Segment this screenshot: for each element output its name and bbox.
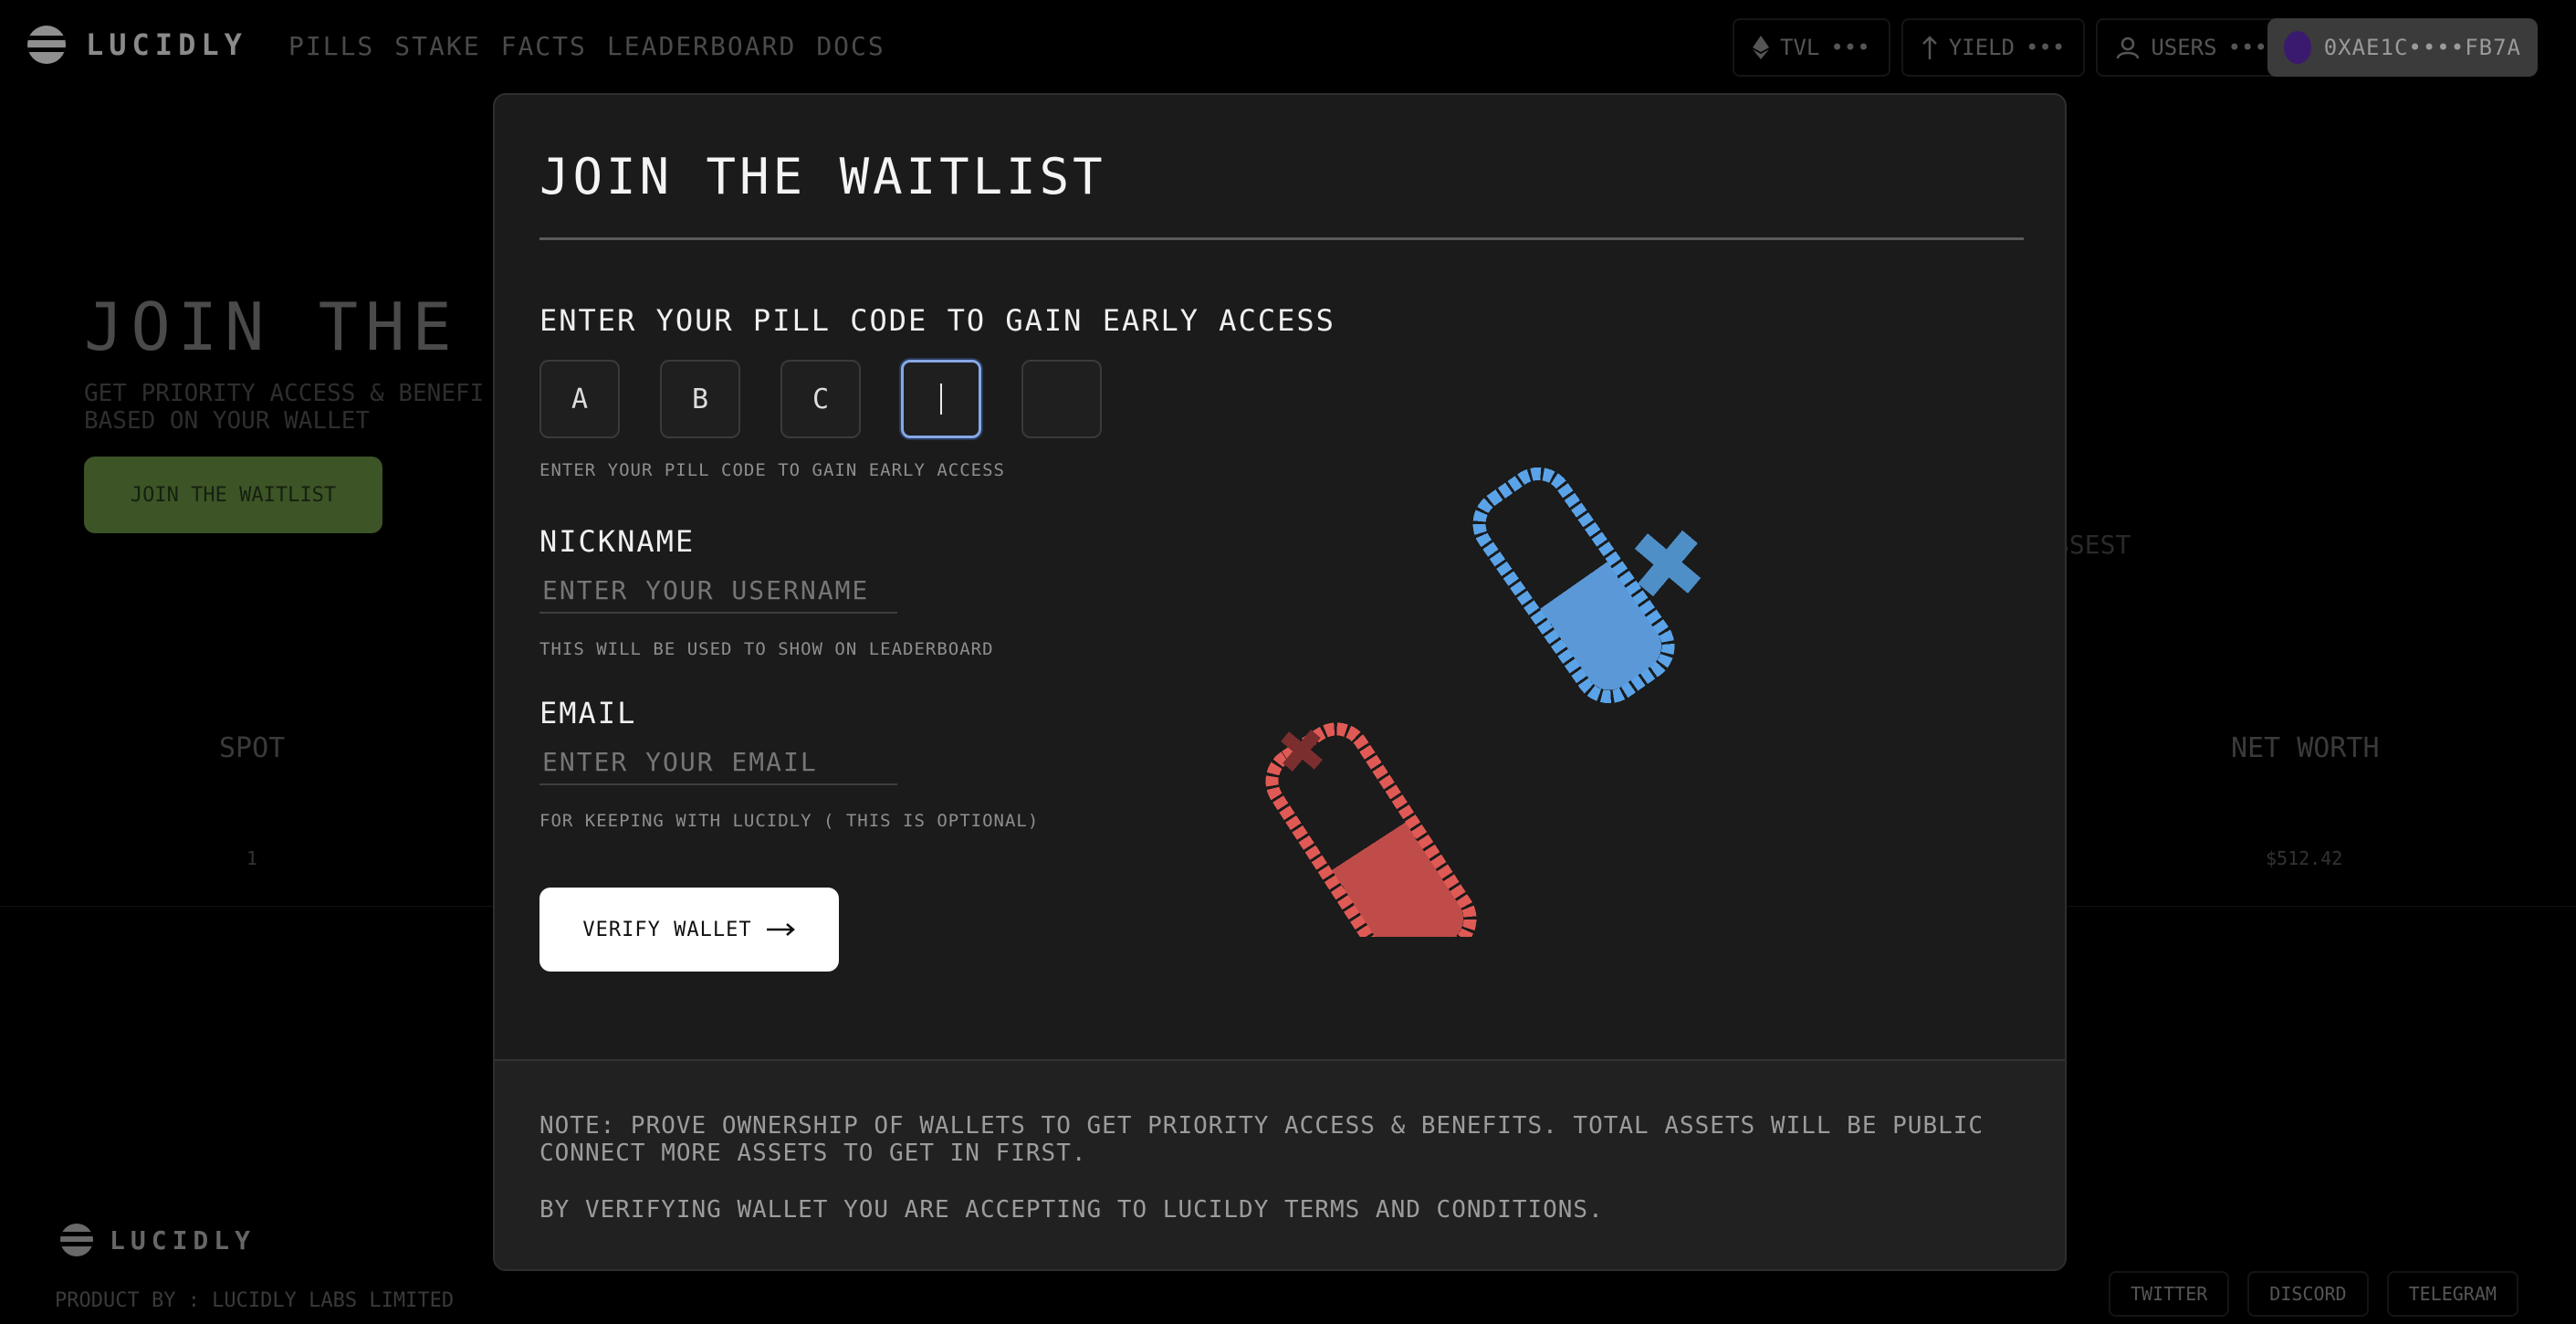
arrow-up-icon xyxy=(1922,36,1937,59)
pill-code-help: ENTER YOUR PILL CODE TO GAIN EARLY ACCES… xyxy=(539,460,1005,480)
footer-link-discord[interactable]: DISCORD xyxy=(2247,1271,2369,1317)
logo[interactable]: LUCIDLY xyxy=(27,26,247,64)
email-input[interactable] xyxy=(539,740,897,785)
modal-note: NOTE: PROVE OWNERSHIP OF WALLETS TO GET … xyxy=(539,1112,1984,1167)
footer-product-by: PRODUCT BY : LUCIDLY LABS LIMITED xyxy=(55,1289,455,1312)
text-caret xyxy=(940,384,942,415)
verify-wallet-label: VERIFY WALLET xyxy=(582,918,752,941)
waitlist-modal: JOIN THE WAITLIST ENTER YOUR PILL CODE T… xyxy=(493,93,2067,1271)
nav-links: PILLS STAKE FACTS LEADERBOARD DOCS xyxy=(288,31,885,61)
pill-code-box-2[interactable]: B xyxy=(660,360,740,438)
footer-links: TWITTER DISCORD TELEGRAM xyxy=(2109,1271,2518,1317)
pills-illustration xyxy=(1265,467,1702,937)
email-label: EMAIL xyxy=(539,696,637,730)
footer-logo[interactable]: LUCIDLY xyxy=(60,1224,256,1256)
nav-link-docs[interactable]: DOCS xyxy=(816,31,885,61)
pill-code-box-3[interactable]: C xyxy=(780,360,861,438)
nav-link-stake[interactable]: STAKE xyxy=(394,31,480,61)
stat-users-label: USERS xyxy=(2151,35,2217,60)
table-cell-spot: 1 xyxy=(246,847,258,869)
table-cell-net-worth: $512.42 xyxy=(2266,847,2343,869)
pill-code-box-5[interactable] xyxy=(1021,360,1102,438)
wallet-avatar xyxy=(2284,31,2311,64)
top-navbar: LUCIDLY PILLS STAKE FACTS LEADERBOARD DO… xyxy=(0,0,2576,91)
stat-tvl-label: TVL xyxy=(1780,35,1820,60)
footer-link-twitter[interactable]: TWITTER xyxy=(2109,1271,2230,1317)
stat-tvl[interactable]: TVL ••• xyxy=(1733,18,1890,77)
modal-divider xyxy=(539,237,2024,240)
stat-users[interactable]: USERS ••• xyxy=(2096,18,2288,77)
hero-join-button[interactable]: JOIN THE WAITLIST xyxy=(84,457,382,533)
logo-text: LUCIDLY xyxy=(86,27,247,62)
hero-subtitle: GET PRIORITY ACCESS & BENEFI BASED ON YO… xyxy=(84,380,485,435)
modal-title: JOIN THE WAITLIST xyxy=(539,148,1106,205)
wallet-address: 0XAE1C••••FB7A xyxy=(2323,35,2521,60)
pill-code-inputs: A B C xyxy=(539,360,1102,438)
nav-link-facts[interactable]: FACTS xyxy=(501,31,587,61)
stat-tvl-value: ••• xyxy=(1830,35,1870,60)
email-help: FOR KEEPING WITH LUCIDLY ( THIS IS OPTIO… xyxy=(539,811,1040,831)
stat-users-value: ••• xyxy=(2227,35,2267,60)
nav-link-leaderboard[interactable]: LEADERBOARD xyxy=(607,31,796,61)
stat-yield-label: YIELD xyxy=(1948,35,2015,60)
user-icon xyxy=(2117,37,2140,59)
table-header-spot: SPOT xyxy=(219,732,286,764)
nav-stats: TVL ••• YIELD ••• USERS ••• xyxy=(1733,18,2288,77)
stat-yield[interactable]: YIELD ••• xyxy=(1901,18,2086,77)
modal-terms: BY VERIFYING WALLET YOU ARE ACCEPTING TO… xyxy=(539,1196,1604,1224)
nickname-label: NICKNAME xyxy=(539,524,696,559)
modal-footer: NOTE: PROVE OWNERSHIP OF WALLETS TO GET … xyxy=(495,1059,2065,1269)
verify-wallet-button[interactable]: VERIFY WALLET xyxy=(539,888,839,972)
nickname-input[interactable] xyxy=(539,568,897,614)
lucidly-logo-icon xyxy=(60,1224,93,1256)
wallet-button[interactable]: 0XAE1C••••FB7A xyxy=(2267,18,2538,77)
footer-logo-text: LUCIDLY xyxy=(110,1224,257,1256)
footer-link-telegram[interactable]: TELEGRAM xyxy=(2386,1271,2518,1317)
table-header-net-worth: NET WORTH xyxy=(2231,732,2380,764)
lucidly-logo-icon xyxy=(27,26,66,64)
pill-code-box-4[interactable] xyxy=(901,360,981,438)
nickname-help: THIS WILL BE USED TO SHOW ON LEADERBOARD xyxy=(539,639,994,659)
nav-link-pills[interactable]: PILLS xyxy=(288,31,374,61)
arrow-right-icon xyxy=(766,923,795,936)
page: LUCIDLY PILLS STAKE FACTS LEADERBOARD DO… xyxy=(0,0,2576,1324)
stat-yield-value: ••• xyxy=(2025,35,2066,60)
ethereum-icon xyxy=(1753,36,1769,59)
pill-code-box-1[interactable]: A xyxy=(539,360,620,438)
